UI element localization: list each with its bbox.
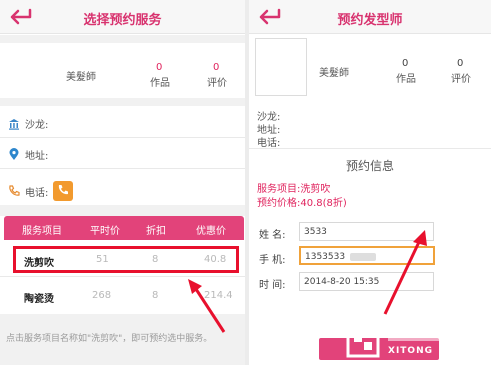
divider-band [0,98,245,106]
reviews-label[interactable]: 评价 [207,74,227,89]
section-divider [249,148,491,149]
works-label[interactable]: 作品 [150,74,170,89]
row-divider [0,137,245,138]
page-title: 预约发型师 [337,13,403,28]
watermark: XITONG [344,322,489,362]
stylist-summary: 美髮師 0 作品 0 评价 [249,43,491,98]
address-label: 地址: [25,151,49,162]
mobile-value: 1353533 [305,252,346,262]
red-arrow-icon [188,279,226,333]
col-regular-price: 平时价 [90,226,120,237]
location-pin-icon [9,148,19,160]
row-divider [0,168,245,169]
select-service-screen: 选择预约服务 美髮師 0 作品 0 评价 沙龙: 地址: 电话: 服务项目 平时… [0,0,245,365]
right-header: 预约发型师 [249,0,491,34]
service-item: 服务项目:洗剪吹 [257,184,331,195]
service-price: 预约价格:40.8(8折) [257,198,347,209]
phone-call-button-icon[interactable] [53,181,74,201]
address-row: 地址: [8,147,48,162]
time-value: 2014-8-20 15:35 [304,277,380,287]
works-count: 0 [156,62,163,73]
service-table-header: 服务项目 平时价 折扣 优惠价 [4,216,244,240]
phone-label: 电话: [25,187,49,199]
col-discount: 折扣 [146,226,166,237]
discount: 8 [152,290,159,301]
building-icon [9,118,19,130]
stylist-name: 美髮師 [319,68,349,79]
stylist-summary: 美髮師 0 作品 0 评价 [0,43,245,98]
name-value: 3533 [304,227,327,237]
col-service: 服务项目 [22,226,62,237]
book-stylist-screen: 预约发型师 美髮師 0 作品 0 评价 沙龙: 地址: 电话: 预约信息 服务项… [249,0,491,365]
time-label: 时 间: [259,280,286,291]
regular-price: 268 [92,290,112,301]
phone-label: 电话: [257,138,281,149]
highlight-box [13,246,239,273]
reviews-count: 0 [457,58,464,69]
name-label: 姓 名: [259,230,286,241]
phone-field-label: 手 机: [259,255,286,266]
left-header: 选择预约服务 [0,0,245,34]
service-name[interactable]: 陶瓷烫 [24,290,54,305]
red-arrow-icon [383,230,427,315]
page-title: 选择预约服务 [83,13,162,28]
divider-band [0,205,245,216]
col-offer-price: 优惠价 [196,226,226,237]
phone-icon [9,185,20,196]
salon-row: 沙龙: [8,116,48,131]
masked-digits [349,252,376,261]
salon-label: 沙龙: [25,120,49,131]
watermark-logo-icon [346,324,483,358]
reviews-label[interactable]: 评价 [451,70,471,85]
divider-band [0,35,245,43]
section-title: 预约信息 [345,159,394,173]
phone-row: 电话: [8,181,74,201]
works-label[interactable]: 作品 [396,70,416,85]
works-count: 0 [402,58,409,69]
reviews-count: 0 [213,62,220,73]
watermark-text: XITONG [388,346,433,356]
stylist-name: 美髮師 [66,72,96,83]
